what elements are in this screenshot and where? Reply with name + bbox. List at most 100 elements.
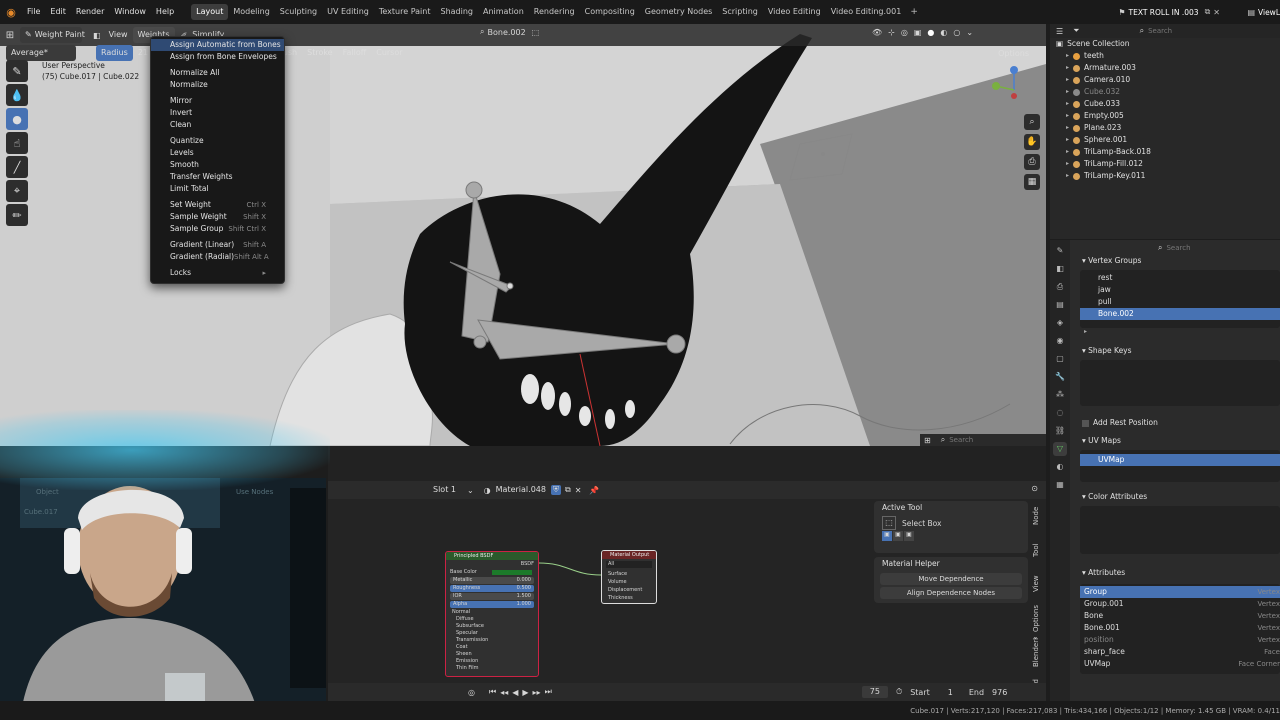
- shader-node-editor[interactable]: Slot 1 ⌄ ◑ Material.048 ⛨ ⧉ ✕ 📌 ⊙ Princi…: [328, 481, 1046, 701]
- output-socket-thickness[interactable]: Thickness: [602, 594, 656, 602]
- workspace-tab-texture-paint[interactable]: Texture Paint: [374, 4, 436, 20]
- expand-arrow-icon[interactable]: ▸: [1066, 98, 1069, 110]
- rendered-shading-icon[interactable]: ○: [953, 28, 960, 37]
- gizmo-icon[interactable]: ⊹: [888, 28, 895, 37]
- attribute-item[interactable]: Bone.001 Vertex: [1080, 622, 1280, 634]
- base-color-row[interactable]: Base Color: [446, 568, 538, 576]
- weights-menu-item-gradient-radial[interactable]: Gradient (Radial) Shift Alt A: [151, 251, 284, 263]
- weights-menu-item-transfer-weights[interactable]: Transfer Weights: [151, 171, 284, 183]
- stroke-menu[interactable]: Stroke: [302, 45, 338, 61]
- weights-menu-item-normalize[interactable]: Normalize: [151, 79, 284, 91]
- scene-collection-row[interactable]: ▣ Scene Collection: [1050, 38, 1280, 50]
- menu-file[interactable]: File: [22, 0, 45, 24]
- output-tab-icon[interactable]: ⎙: [1053, 280, 1067, 294]
- particles-tab-icon[interactable]: ⁂: [1053, 388, 1067, 402]
- pin-icon[interactable]: 📌: [589, 486, 599, 495]
- scene-tab-icon[interactable]: ◈: [1053, 316, 1067, 330]
- attribute-item[interactable]: Bone Vertex: [1080, 610, 1280, 622]
- solid-shading-icon[interactable]: ●: [927, 28, 934, 37]
- select-new-icon[interactable]: ▣: [882, 531, 892, 541]
- duplicate-material-icon[interactable]: ⧉: [565, 485, 571, 495]
- annotate-tool-icon[interactable]: ✏: [6, 204, 28, 226]
- expand-arrow-icon[interactable]: ▸: [1066, 110, 1069, 122]
- fake-user-icon[interactable]: ⛨: [550, 485, 561, 495]
- keyframe-icon[interactable]: ◎: [468, 688, 475, 697]
- vertex-group-item[interactable]: jaw: [1080, 284, 1280, 296]
- material-shading-icon[interactable]: ◐: [940, 28, 947, 37]
- select-subtract-icon[interactable]: ▣: [904, 531, 914, 541]
- workspace-tab-animation[interactable]: Animation: [478, 4, 529, 20]
- output-target-dropdown[interactable]: All: [606, 561, 652, 568]
- weights-menu-item-gradient-linear[interactable]: Gradient (Linear) Shift A: [151, 239, 284, 251]
- outliner-item[interactable]: ▸ Sphere.001: [1050, 134, 1280, 146]
- display-mode-icon[interactable]: ⊞: [924, 436, 931, 445]
- output-socket-volume[interactable]: Volume: [602, 578, 656, 586]
- filter-icon[interactable]: ⏷: [1073, 26, 1079, 36]
- pan-hand-icon[interactable]: ✋: [1024, 134, 1040, 150]
- view-layer-tab-icon[interactable]: ▤: [1053, 298, 1067, 312]
- xray-toggle-icon[interactable]: ◧: [93, 31, 101, 40]
- sidebar-tab-options[interactable]: Options: [1032, 603, 1040, 633]
- render-tab-icon[interactable]: ◧: [1053, 262, 1067, 276]
- weights-menu-item-levels[interactable]: Levels: [151, 147, 284, 159]
- bsdf-field-metallic[interactable]: Metallic 0.000: [450, 577, 534, 584]
- vgroups-expand-icon[interactable]: ▸: [1074, 328, 1280, 344]
- active-bone-field[interactable]: ⌕ Bone.002 ⬚: [480, 27, 539, 37]
- outliner-item[interactable]: ▸ teeth: [1050, 50, 1280, 62]
- bsdf-field-ior[interactable]: IOR 1.500: [450, 593, 534, 600]
- bsdf-field-alpha[interactable]: Alpha 1.000: [450, 601, 534, 608]
- bsdf-field-roughness[interactable]: Roughness 0.500: [450, 585, 534, 592]
- radius-label[interactable]: Radius: [96, 45, 133, 61]
- workspace-tab-video-editing-001[interactable]: Video Editing.001: [826, 4, 907, 20]
- select-extend-icon[interactable]: ▣: [893, 531, 903, 541]
- blender-logo-icon[interactable]: ◉: [0, 6, 22, 19]
- physics-tab-icon[interactable]: ◌: [1053, 406, 1067, 420]
- outliner-item[interactable]: ▸ Cube.032: [1050, 86, 1280, 98]
- bsdf-socket-normal[interactable]: Normal: [446, 609, 538, 616]
- jump-start-icon[interactable]: ⏮: [489, 687, 496, 697]
- material-tab-icon[interactable]: ◐: [1053, 460, 1067, 474]
- next-keyframe-icon[interactable]: ▸▸: [533, 688, 541, 697]
- align-dependence-button[interactable]: Align Dependence Nodes: [880, 587, 1022, 599]
- attribute-item[interactable]: Group.001 Vertex: [1080, 598, 1280, 610]
- add-rest-position-row[interactable]: Add Rest Position: [1074, 416, 1280, 430]
- constraints-tab-icon[interactable]: ⛓: [1053, 424, 1067, 438]
- weights-menu-item-assign-from-bone-envelopes[interactable]: Assign from Bone Envelopes: [151, 51, 284, 63]
- options-menu[interactable]: Options: [993, 46, 1034, 62]
- expand-arrow-icon[interactable]: ▸: [1066, 146, 1069, 158]
- move-dependence-button[interactable]: Move Dependence: [880, 573, 1022, 585]
- attributes-header[interactable]: ▾ Attributes: [1074, 566, 1280, 580]
- material-name[interactable]: Material.048: [491, 482, 551, 498]
- bsdf-socket-coat[interactable]: Coat: [446, 644, 538, 651]
- workspace-tab-uv-editing[interactable]: UV Editing: [322, 4, 374, 20]
- sidebar-tab-node[interactable]: Node: [1032, 501, 1040, 531]
- workspace-tab-scripting[interactable]: Scripting: [717, 4, 763, 20]
- world-tab-icon[interactable]: ◉: [1053, 334, 1067, 348]
- falloff-menu[interactable]: Falloff: [338, 45, 372, 61]
- data-tab-icon[interactable]: ▽: [1053, 442, 1067, 456]
- weights-menu-item-sample-weight[interactable]: Sample Weight Shift X: [151, 211, 284, 223]
- clock-icon[interactable]: ⏱: [896, 687, 902, 697]
- expand-arrow-icon[interactable]: ▸: [1066, 170, 1069, 182]
- modifier-tab-icon[interactable]: 🔧: [1053, 370, 1067, 384]
- perspective-toggle-icon[interactable]: ▦: [1024, 174, 1040, 190]
- bsdf-socket-sheen[interactable]: Sheen: [446, 651, 538, 658]
- average-tool-icon[interactable]: ●: [6, 108, 28, 130]
- outliner-item[interactable]: ▸ TriLamp-Fill.012: [1050, 158, 1280, 170]
- bsdf-socket-thin-film[interactable]: Thin Film: [446, 665, 538, 672]
- expand-arrow-icon[interactable]: ▸: [1066, 122, 1069, 134]
- end-field[interactable]: 976: [992, 688, 1007, 697]
- vertex-group-item[interactable]: pull: [1080, 296, 1280, 308]
- material-output-node[interactable]: Material Output All Surface Volume Displac…: [601, 550, 657, 604]
- weights-menu-item-assign-automatic-from-bones[interactable]: Assign Automatic from Bones: [151, 39, 284, 51]
- weights-menu-item-clean[interactable]: Clean: [151, 119, 284, 131]
- object-tab-icon[interactable]: ▢: [1053, 352, 1067, 366]
- view-layer-selector[interactable]: ▤ ViewL: [1247, 4, 1280, 20]
- workspace-tab-sculpting[interactable]: Sculpting: [275, 4, 322, 20]
- expand-arrow-icon[interactable]: ▸: [1066, 134, 1069, 146]
- menu-edit[interactable]: Edit: [45, 0, 71, 24]
- weights-menu-item-limit-total[interactable]: Limit Total: [151, 183, 284, 195]
- bsdf-socket-transmission[interactable]: Transmission: [446, 637, 538, 644]
- weights-menu-item-set-weight[interactable]: Set Weight Ctrl X: [151, 199, 284, 211]
- uv-maps-header[interactable]: ▾ UV Maps: [1074, 434, 1280, 448]
